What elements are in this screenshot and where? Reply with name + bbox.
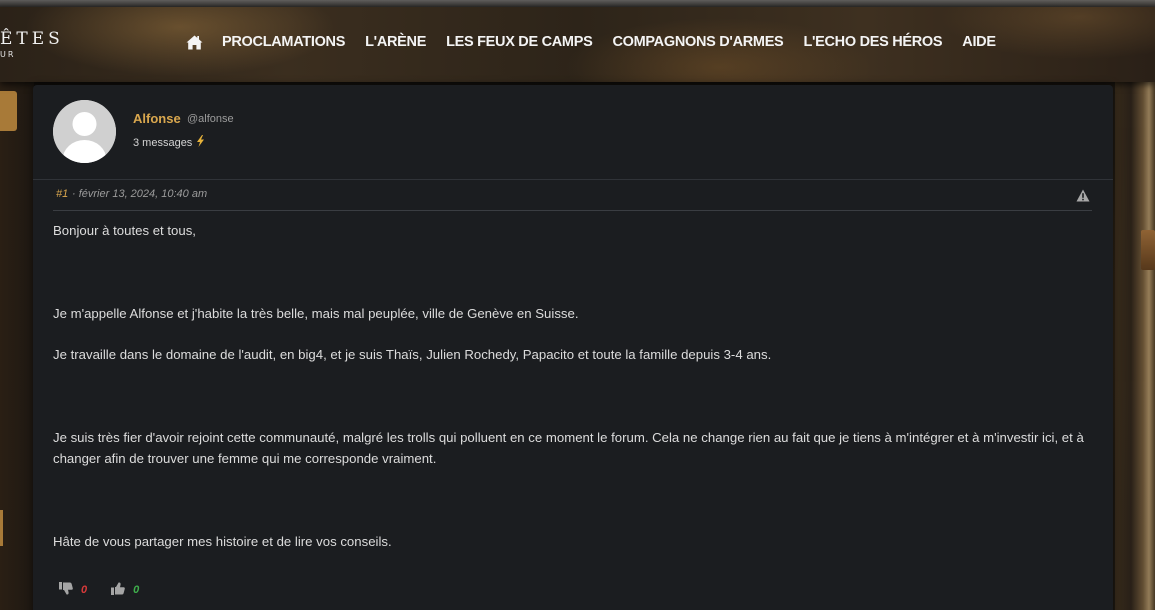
like-count: 0 [133,584,140,596]
post-reactions: 0 0 [59,582,139,598]
site-logo[interactable]: ÊTES [0,29,64,49]
nav-item-aide[interactable]: AIDE [962,34,996,50]
nav-item-feux-de-camps[interactable]: LES FEUX DE CAMPS [446,34,593,50]
nav-item-compagnons-d-armes[interactable]: COMPAGNONS D'ARMES [612,34,783,50]
author-message-count: 3 messages [133,136,193,149]
nav-item-proclamations[interactable]: PROCLAMATIONS [222,34,345,50]
site-header: ÊTES UR PROCLAMATIONS L'ARÈNE LES FEUX D… [0,7,1155,82]
avatar[interactable] [53,100,116,163]
main-nav: PROCLAMATIONS L'ARÈNE LES FEUX DE CAMPS … [186,34,1016,50]
warning-icon[interactable] [1076,187,1090,202]
post-paragraph: Je suis très fier d'avoir rejoint cette … [53,430,1084,466]
left-background-panel [0,80,34,610]
post-date: · février 13, 2024, 10:40 am [72,188,208,200]
dislike-button[interactable]: 0 [59,582,111,598]
left-side-tab[interactable] [0,91,17,131]
author-handle: @alfonse [187,113,234,125]
site-logo-subtitle: UR [0,50,16,59]
author-stats: 3 messages [133,135,205,150]
like-button[interactable]: 0 [111,582,139,598]
nav-item-arene[interactable]: L'ARÈNE [365,34,426,50]
post-number-link[interactable]: #1 [56,188,68,200]
left-side-marker [0,510,3,546]
right-background-panel [1115,80,1155,610]
thumbs-down-icon [59,582,74,598]
thumbs-up-icon [111,582,126,598]
post-meta: #1 · février 13, 2024, 10:40 am [53,180,1092,211]
author-name[interactable]: Alfonse [133,111,181,126]
post-paragraph: Je travaille dans le domaine de l'audit,… [53,347,772,362]
lightning-icon [196,135,205,150]
forum-post: Alfonse @alfonse 3 messages #1 · février… [33,85,1113,610]
dislike-count: 0 [81,584,88,596]
right-ornament [1141,230,1155,270]
browser-top-strip [0,0,1155,7]
post-paragraph: Hâte de vous partager mes histoire et de… [53,534,392,549]
post-paragraph: Je m'appelle Alfonse et j'habite la très… [53,306,579,321]
post-author-section: Alfonse @alfonse 3 messages [33,85,1113,180]
nav-item-echo-des-heros[interactable]: L'ECHO DES HÉROS [803,34,942,50]
home-icon[interactable] [186,35,203,50]
post-paragraph: Bonjour à toutes et tous, [53,223,196,238]
